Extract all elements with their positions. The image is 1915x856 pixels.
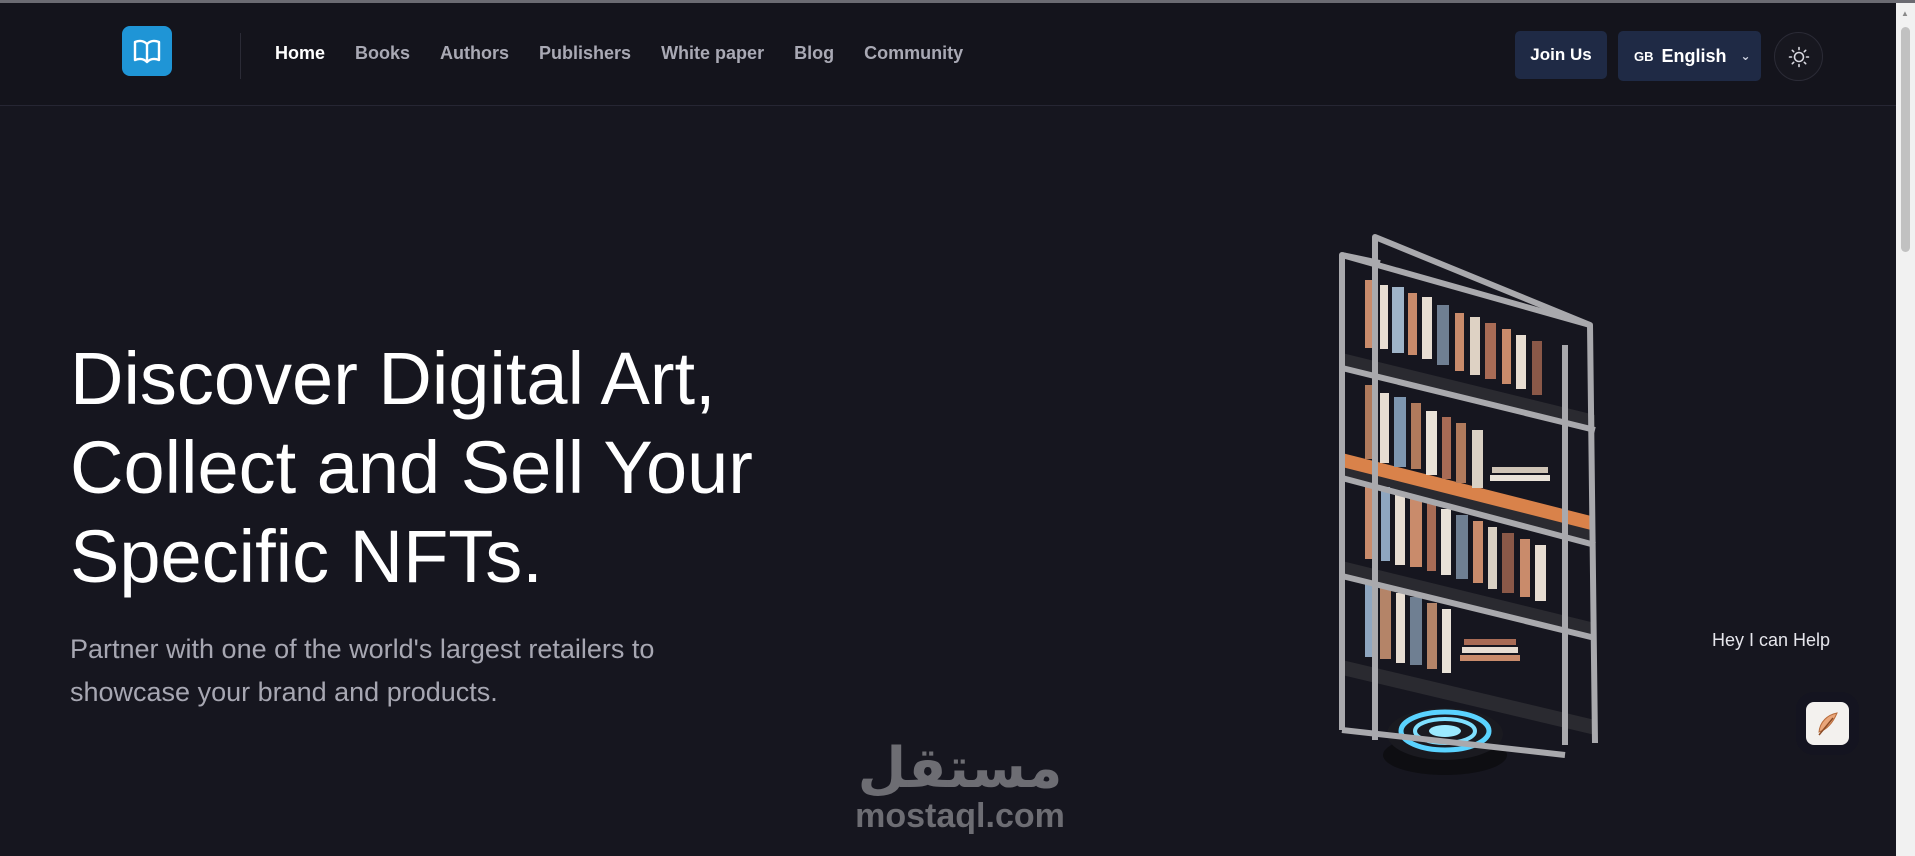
help-chat-button[interactable]: [1806, 702, 1849, 745]
site-header: Home Books Authors Publishers White pape…: [0, 3, 1896, 106]
logo[interactable]: [122, 26, 172, 76]
join-us-button[interactable]: Join Us: [1515, 31, 1607, 79]
language-label: English: [1661, 45, 1727, 66]
hero-title-line: Collect and Sell Your: [70, 426, 753, 509]
hero-title-line: Specific NFTs.: [70, 515, 543, 598]
main-nav: Home Books Authors Publishers White pape…: [275, 43, 993, 64]
bookshelf-illustration: [1339, 234, 1598, 775]
nav-books[interactable]: Books: [355, 43, 410, 64]
hero-subtitle-line: showcase your brand and products.: [70, 677, 498, 707]
flag-label: GB: [1634, 48, 1654, 64]
help-prompt: Hey I can Help: [1712, 630, 1831, 650]
language-select[interactable]: GB English ⌄: [1618, 31, 1761, 81]
hero-subtitle: Partner with one of the world's largest …: [70, 628, 710, 714]
nav-authors[interactable]: Authors: [440, 43, 509, 64]
nav-community[interactable]: Community: [864, 43, 963, 64]
scrollbar-thumb[interactable]: [1901, 27, 1910, 252]
nav-white-paper[interactable]: White paper: [661, 43, 764, 64]
feather-icon: [1817, 711, 1838, 735]
hero-title-line: Discover Digital Art,: [70, 337, 716, 420]
open-book-icon: [133, 39, 161, 64]
hero-title: Discover Digital Art, Collect and Sell Y…: [70, 334, 830, 601]
nav-home[interactable]: Home: [275, 43, 325, 64]
chevron-down-icon: ⌄: [1740, 49, 1751, 63]
page-scrollbar[interactable]: ▲: [1896, 3, 1915, 856]
hero-subtitle-line: Partner with one of the world's largest …: [70, 634, 655, 664]
watermark-arabic: مستقل: [857, 736, 1063, 799]
sun-icon: [1788, 46, 1809, 67]
header-divider: [240, 33, 241, 79]
mostaql-watermark: مستقل mostaql.com: [845, 740, 1075, 840]
watermark-url: mostaql.com: [855, 797, 1065, 835]
nav-publishers[interactable]: Publishers: [539, 43, 631, 64]
nav-blog[interactable]: Blog: [794, 43, 834, 64]
scroll-up-icon[interactable]: ▲: [1901, 9, 1909, 18]
theme-toggle-button[interactable]: [1774, 32, 1823, 81]
